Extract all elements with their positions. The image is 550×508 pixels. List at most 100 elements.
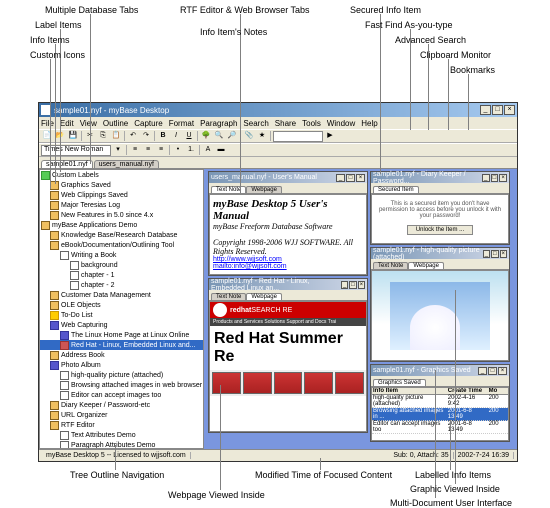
child-titlebar-graphic[interactable]: sample01.nyf - Graphics Saved _ □ × bbox=[371, 365, 509, 376]
tree-item[interactable]: Custom Labels bbox=[40, 170, 203, 180]
menu-window[interactable]: Window bbox=[327, 119, 355, 128]
new-button[interactable]: 📄 bbox=[41, 130, 53, 142]
tree-item[interactable]: Major Teresias Log bbox=[40, 200, 203, 210]
number-button[interactable]: 1. bbox=[185, 144, 197, 156]
tree-button[interactable]: 🌳 bbox=[200, 130, 212, 142]
menu-tools[interactable]: Tools bbox=[302, 119, 321, 128]
tab-text-note[interactable]: Text Note bbox=[373, 262, 408, 269]
child-window-graphic[interactable]: sample01.nyf - Graphics Saved _ □ × Grap… bbox=[370, 364, 510, 442]
redhat-nav[interactable]: Products and Services Solutions Support … bbox=[210, 318, 366, 326]
tree-item[interactable]: Browsing attached images in web browser bbox=[40, 380, 203, 390]
child-min-button[interactable]: _ bbox=[482, 174, 490, 182]
underline-button[interactable]: U bbox=[183, 130, 195, 142]
undo-button[interactable]: ↶ bbox=[127, 130, 139, 142]
tree-item[interactable]: Editor can accept images too bbox=[40, 390, 203, 400]
tree-item[interactable]: high-quality picture (attached) bbox=[40, 370, 203, 380]
tree-item[interactable]: New Features in 5.0 since 4.x bbox=[40, 210, 203, 220]
clipboard-monitor-button[interactable]: 📎 bbox=[243, 130, 255, 142]
table-row[interactable]: Browsing attached images in ...2001-6-8 … bbox=[372, 408, 508, 421]
child-window-secured[interactable]: sample01.nyf - Diary Keeper / Password..… bbox=[370, 171, 510, 245]
tree-item[interactable]: Diary Keeper / Password-etc bbox=[40, 400, 203, 410]
child-min-button[interactable]: _ bbox=[336, 174, 345, 182]
child-min-button[interactable]: _ bbox=[483, 250, 490, 258]
tree-item[interactable]: RTF Editor bbox=[40, 420, 203, 430]
tree-item[interactable]: Graphics Saved bbox=[40, 180, 203, 190]
go-button[interactable]: ▶ bbox=[324, 130, 336, 142]
child-titlebar-manual[interactable]: users_manual.nyf - User's Manual _ □ × bbox=[209, 172, 367, 183]
redo-button[interactable]: ↷ bbox=[140, 130, 152, 142]
tab-text-note[interactable]: Text Note bbox=[211, 293, 246, 300]
graphic-list[interactable]: Info ItemCreate TimeMohigh-quality pictu… bbox=[371, 387, 509, 441]
menu-file[interactable]: File bbox=[41, 119, 54, 128]
maximize-button[interactable]: □ bbox=[492, 105, 503, 115]
tree-panel[interactable]: Custom LabelsGraphics SavedWeb Clippings… bbox=[39, 169, 204, 449]
menu-search[interactable]: Search bbox=[243, 119, 268, 128]
menu-edit[interactable]: Edit bbox=[60, 119, 74, 128]
paste-button[interactable]: 📋 bbox=[110, 130, 122, 142]
redhat-thumb[interactable] bbox=[212, 372, 241, 394]
menu-share[interactable]: Share bbox=[275, 119, 296, 128]
redhat-thumb[interactable] bbox=[335, 372, 364, 394]
child-window-manual[interactable]: users_manual.nyf - User's Manual _ □ × T… bbox=[208, 171, 368, 276]
tree-item[interactable]: Red Hat - Linux, Embedded Linux and... bbox=[40, 340, 203, 350]
tab-text-note[interactable]: Text Note bbox=[211, 186, 246, 193]
child-close-button[interactable]: × bbox=[499, 174, 507, 182]
minimize-button[interactable]: _ bbox=[480, 105, 491, 115]
tree-item[interactable]: myBase Applications Demo bbox=[40, 220, 203, 230]
find-button[interactable]: 🔍 bbox=[213, 130, 225, 142]
tree-item[interactable]: Paragraph Attributes Demo bbox=[40, 440, 203, 449]
tree-item[interactable]: Writing a Book bbox=[40, 250, 203, 260]
fast-find-input[interactable] bbox=[273, 131, 323, 142]
align-center-button[interactable]: ≡ bbox=[142, 144, 154, 156]
tree-item[interactable]: eBook/Documentation/Outlining Tool bbox=[40, 240, 203, 250]
child-min-button[interactable]: _ bbox=[341, 281, 348, 289]
font-size-button[interactable]: ▾ bbox=[112, 144, 124, 156]
tree-item[interactable]: Text Attributes Demo bbox=[40, 430, 203, 440]
tab-webpage[interactable]: Webpage bbox=[408, 262, 444, 269]
bold-button[interactable]: B bbox=[157, 130, 169, 142]
tree-item[interactable]: To-Do List bbox=[40, 310, 203, 320]
child-min-button[interactable]: _ bbox=[478, 367, 487, 375]
tree-item[interactable]: The Linux Home Page at Linux Online bbox=[40, 330, 203, 340]
align-left-button[interactable]: ≡ bbox=[129, 144, 141, 156]
tree-item[interactable]: Photo Album bbox=[40, 360, 203, 370]
child-max-button[interactable]: □ bbox=[349, 281, 356, 289]
child-max-button[interactable]: □ bbox=[491, 174, 499, 182]
redhat-thumb[interactable] bbox=[243, 372, 272, 394]
tree-item[interactable]: Web Capturing bbox=[40, 320, 203, 330]
highlight-button[interactable]: ▬ bbox=[215, 144, 227, 156]
italic-button[interactable]: I bbox=[170, 130, 182, 142]
menu-format[interactable]: Format bbox=[169, 119, 194, 128]
database-tab[interactable]: sample01.nyf bbox=[41, 160, 93, 168]
child-close-button[interactable]: × bbox=[498, 367, 507, 375]
child-max-button[interactable]: □ bbox=[488, 367, 497, 375]
table-row[interactable]: high-quality picture (attached)2002-4-16… bbox=[372, 395, 508, 408]
child-titlebar-secured[interactable]: sample01.nyf - Diary Keeper / Password..… bbox=[371, 172, 509, 183]
tree-item[interactable]: Customer Data Management bbox=[40, 290, 203, 300]
tree-item[interactable]: OLE Objects bbox=[40, 300, 203, 310]
child-window-redhat[interactable]: sample01.nyf - Red Hat - Linux, Embedded… bbox=[208, 278, 368, 433]
menu-capture[interactable]: Capture bbox=[134, 119, 162, 128]
bullet-button[interactable]: • bbox=[172, 144, 184, 156]
tree-item[interactable]: URL Organizer bbox=[40, 410, 203, 420]
database-tab[interactable]: users_manual.nyf bbox=[94, 160, 159, 168]
tree-item[interactable]: chapter - 1 bbox=[40, 270, 203, 280]
column-header[interactable]: Mo bbox=[488, 388, 508, 394]
tree-item[interactable]: chapter - 2 bbox=[40, 280, 203, 290]
child-max-button[interactable]: □ bbox=[346, 174, 355, 182]
tab-webpage[interactable]: Webpage bbox=[246, 186, 282, 193]
align-right-button[interactable]: ≡ bbox=[155, 144, 167, 156]
menu-outline[interactable]: Outline bbox=[103, 119, 128, 128]
font-select[interactable]: Times New Roman bbox=[41, 145, 111, 156]
copy-button[interactable]: ⎘ bbox=[97, 130, 109, 142]
redhat-thumb[interactable] bbox=[304, 372, 333, 394]
save-button[interactable]: 💾 bbox=[67, 130, 79, 142]
advanced-search-button[interactable]: 🔎 bbox=[226, 130, 238, 142]
column-header[interactable]: Create Time bbox=[447, 388, 488, 394]
manual-link-site[interactable]: http://www.wjjsoft.com bbox=[213, 256, 363, 263]
redhat-thumb[interactable] bbox=[274, 372, 303, 394]
child-window-photo[interactable]: sample01.nyf - high-quality picture (att… bbox=[370, 247, 510, 362]
menu-paragraph[interactable]: Paragraph bbox=[200, 119, 237, 128]
tree-item[interactable]: Knowledge Base/Research Database bbox=[40, 230, 203, 240]
child-titlebar-redhat[interactable]: sample01.nyf - Red Hat - Linux, Embedded… bbox=[209, 279, 367, 290]
